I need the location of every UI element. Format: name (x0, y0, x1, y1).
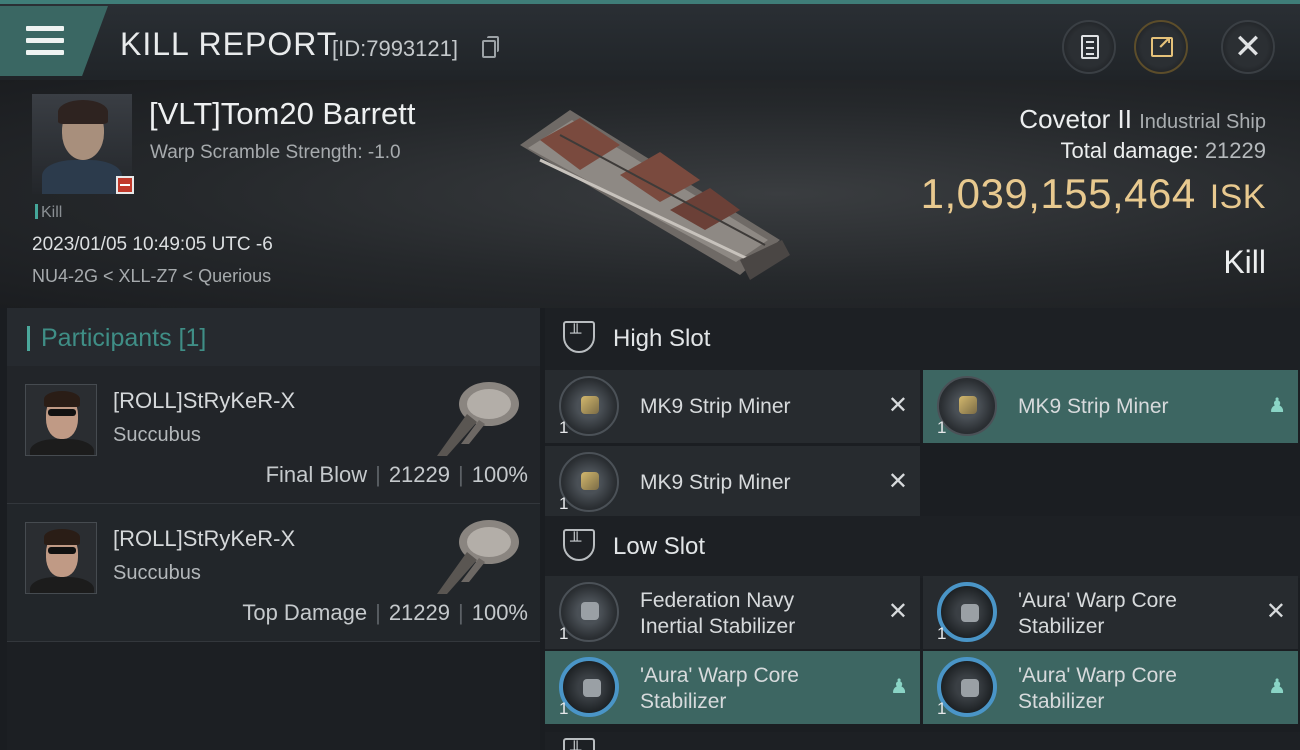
module-name: MK9 Strip Miner (1018, 395, 1169, 418)
participant-stats: Final Blow | 21229 | 100% (265, 462, 528, 487)
module-name-line2: Stabilizer (1018, 690, 1105, 713)
page-title: KILL REPORT (120, 26, 338, 62)
module-name-line1: 'Aura' Warp Core (1018, 589, 1177, 612)
destroyed-icon: ✕ (887, 392, 908, 419)
warp-scramble-strength: Warp Scramble Strength: -1.0 (150, 142, 401, 163)
hostile-flag-icon (116, 176, 134, 194)
ship-image (520, 110, 790, 280)
participant-percent: 100% (471, 600, 528, 625)
module-name: Federation Navy Inertial Stabilizer (640, 588, 870, 640)
module-name-line1: 'Aura' Warp Core (640, 664, 799, 687)
isk-value: 1,039,155,464 ISK (921, 170, 1266, 218)
total-damage: Total damage: 21229 (1060, 138, 1266, 164)
module-name-line2: Stabilizer (640, 690, 727, 713)
total-damage-value: 21229 (1204, 138, 1266, 163)
participants-panel: Participants [1] [ROLL]StRyKeR-X Succubu… (7, 308, 540, 750)
module-quantity: 1 (937, 418, 947, 437)
module-quantity: 1 (559, 699, 569, 718)
module-name-line1: 'Aura' Warp Core (1018, 664, 1177, 687)
kill-tag: Kill (35, 204, 62, 222)
module-item[interactable]: 1 MK9 Strip Miner ♟ (923, 370, 1298, 443)
module-name: MK9 Strip Miner (640, 395, 791, 418)
menu-button[interactable] (0, 6, 108, 76)
module-item[interactable]: 1 MK9 Strip Miner ✕ (545, 370, 920, 443)
ship-class: Industrial Ship (1139, 111, 1266, 133)
next-slot-header (545, 732, 1300, 750)
participant-damage: 21229 (388, 462, 450, 487)
ship-name: Covetor II (1019, 104, 1133, 134)
participant-stats: Top Damage | 21229 | 100% (242, 600, 528, 625)
module-item[interactable]: 1 MK9 Strip Miner ✕ (545, 446, 920, 519)
participant-ship-image (437, 520, 519, 594)
clipboard-icon (1081, 35, 1099, 59)
module-item[interactable]: 1 'Aura' Warp Core Stabilizer ♟ (545, 651, 920, 724)
participant-row[interactable]: [ROLL]StRyKeR-X Succubus Top Damage | 2122… (7, 504, 540, 642)
result-label: Kill (1223, 244, 1266, 280)
module-name-line2: Inertial Stabilizer (640, 615, 796, 638)
module-name: 'Aura' Warp Core Stabilizer (1018, 588, 1248, 640)
slot-icon (563, 738, 595, 750)
ship-type[interactable]: Covetor II Industrial Ship (1019, 104, 1266, 135)
module-name-line1: Federation Navy (640, 589, 795, 612)
module-quantity: 1 (559, 494, 569, 513)
clipboard-button[interactable] (1062, 20, 1116, 74)
participant-ship: Succubus (113, 562, 201, 584)
isk-amount: 1,039,155,464 (920, 170, 1196, 217)
participant-ship-image (437, 382, 519, 456)
participant-role: Top Damage (242, 600, 368, 625)
high-slot-icon (563, 321, 595, 353)
share-button[interactable] (1134, 20, 1188, 74)
module-item[interactable]: 1 'Aura' Warp Core Stabilizer ♟ (923, 651, 1298, 724)
kill-location[interactable]: NU4-2G < XLL-Z7 < Querious (32, 266, 271, 287)
victim-summary: [VLT]Tom20 Barrett Warp Scramble Strengt… (0, 80, 1300, 308)
low-slot-icon (563, 529, 595, 561)
low-slot-label: Low Slot (613, 533, 706, 560)
dropped-icon: ♟ (890, 676, 908, 698)
dropped-icon: ♟ (1268, 676, 1286, 698)
destroyed-icon: ✕ (887, 468, 908, 495)
participant-damage: 21229 (388, 600, 450, 625)
module-name: 'Aura' Warp Core Stabilizer (1018, 663, 1248, 715)
module-quantity: 1 (559, 624, 569, 643)
participant-percent: 100% (471, 462, 528, 487)
high-slot-label: High Slot (613, 325, 711, 352)
participants-header: Participants [1] (7, 308, 540, 366)
participant-role: Final Blow (265, 462, 368, 487)
module-item[interactable]: 1 'Aura' Warp Core Stabilizer ✕ (923, 576, 1298, 649)
isk-unit: ISK (1209, 178, 1266, 216)
module-name: MK9 Strip Miner (640, 471, 791, 494)
report-id: [ID:7993121] (332, 36, 458, 61)
module-quantity: 1 (937, 699, 947, 718)
destroyed-icon: ✕ (887, 598, 908, 625)
participant-name: [ROLL]StRyKeR-X (113, 388, 296, 413)
participant-row[interactable]: [ROLL]StRyKeR-X Succubus Final Blow | 2122… (7, 366, 540, 504)
destroyed-icon: ✕ (1265, 598, 1286, 625)
total-damage-label: Total damage: (1060, 138, 1199, 163)
participant-name: [ROLL]StRyKeR-X (113, 526, 296, 551)
victim-name[interactable]: [VLT]Tom20 Barrett (149, 96, 415, 132)
module-name-line2: Stabilizer (1018, 615, 1105, 638)
participant-avatar (25, 384, 97, 456)
close-icon: ✕ (1233, 28, 1263, 66)
hamburger-icon (26, 26, 64, 56)
module-name: 'Aura' Warp Core Stabilizer (640, 663, 870, 715)
module-quantity: 1 (937, 624, 947, 643)
top-bar: KILL REPORT [ID:7993121] ✕ (0, 0, 1300, 80)
fitting-panel: High Slot 1 MK9 Strip Miner ✕ 1 MK9 Stri… (545, 308, 1300, 750)
module-quantity: 1 (559, 418, 569, 437)
participants-title: Participants [1] (41, 324, 207, 352)
dropped-icon: ♟ (1268, 395, 1286, 417)
low-slot-header: Low Slot (545, 516, 1300, 578)
module-item[interactable]: 1 Federation Navy Inertial Stabilizer ✕ (545, 576, 920, 649)
share-icon (1151, 33, 1173, 57)
kill-timestamp: 2023/01/05 10:49:05 UTC -6 (32, 234, 273, 255)
copy-icon[interactable] (482, 36, 499, 58)
high-slot-header: High Slot (545, 308, 1300, 370)
close-button[interactable]: ✕ (1221, 20, 1275, 74)
participant-avatar (25, 522, 97, 594)
participant-ship: Succubus (113, 424, 201, 446)
